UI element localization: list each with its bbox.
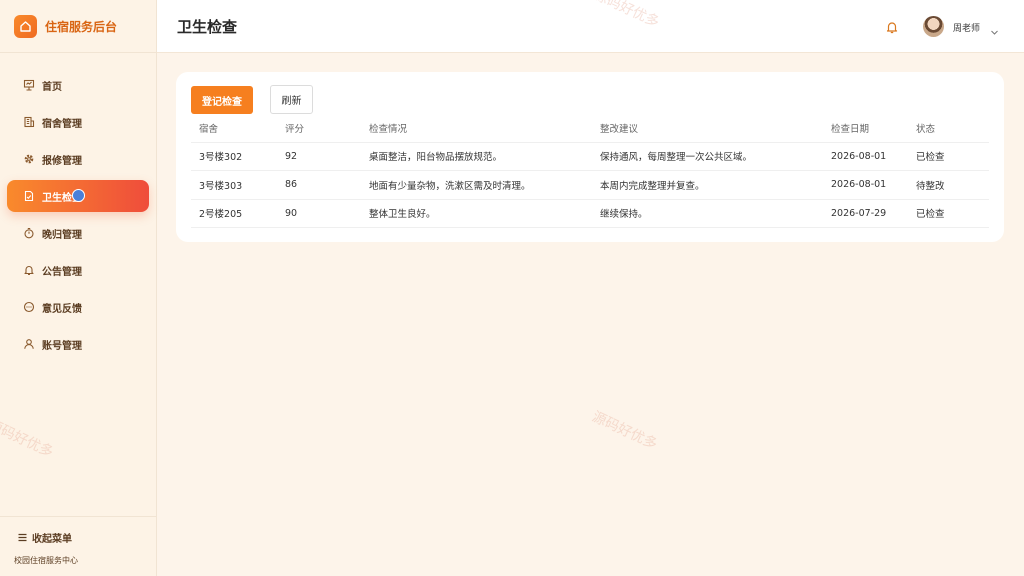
column-header[interactable]: 检查日期 bbox=[823, 114, 908, 143]
notification-bell-icon[interactable] bbox=[885, 19, 899, 34]
sidebar-item-label: 晚归管理 bbox=[42, 229, 82, 241]
table-row[interactable]: 3号楼303 86 地面有少量杂物，洗漱区需及时清理。 本周内完成整理并复查。 … bbox=[191, 170, 989, 200]
table-row[interactable]: 3号楼302 92 桌面整洁，阳台物品摆放规范。 保持通风，每周整理一次公共区域… bbox=[191, 142, 989, 171]
register-inspection-button[interactable]: 登记检查 bbox=[191, 86, 253, 114]
sidebar-item-label: 账号管理 bbox=[42, 340, 82, 352]
home-logo-icon bbox=[14, 14, 37, 38]
menu-icon bbox=[18, 533, 27, 542]
sidebar-item-label: 报修管理 bbox=[42, 155, 82, 167]
top-header: 卫生检查 周老师 bbox=[157, 0, 1024, 53]
sidebar-item-dorm[interactable]: 宿舍管理 bbox=[7, 106, 149, 138]
bell-icon bbox=[23, 264, 35, 276]
cell-suggestion: 继续保持。 bbox=[592, 199, 823, 228]
table-header-row: 宿舍 评分 检查情况 整改建议 检查日期 状态 bbox=[191, 114, 989, 143]
cell-dorm: 2号楼205 bbox=[191, 199, 277, 228]
brand-name: 住宿服务后台 bbox=[45, 19, 118, 34]
column-header[interactable]: 状态 bbox=[908, 114, 989, 143]
cell-score: 90 bbox=[277, 199, 361, 228]
sidebar-nav: 首页 宿舍管理 报修管理 卫生检查 晚归管理 公告管理 意见反馈 账号管理 bbox=[0, 53, 156, 360]
sidebar-item-label: 首页 bbox=[42, 81, 62, 93]
page-title: 卫生检查 bbox=[177, 18, 238, 36]
cell-status: 已检查 bbox=[908, 199, 989, 228]
building-icon bbox=[23, 116, 35, 128]
sidebar-item-late-return[interactable]: 晚归管理 bbox=[7, 217, 149, 249]
brand[interactable]: 住宿服务后台 bbox=[0, 0, 156, 53]
inspection-table: 宿舍 评分 检查情况 整改建议 检查日期 状态 3号楼302 92 桌面整洁，阳… bbox=[191, 114, 989, 228]
inspection-card: 登记检查 刷新 宿舍 评分 检查情况 整改建议 检查日期 状态 3号楼302 9… bbox=[176, 72, 1004, 242]
sidebar-item-label: 意见反馈 bbox=[42, 303, 82, 315]
cursor-indicator bbox=[72, 189, 85, 202]
sidebar-item-label: 宿舍管理 bbox=[42, 118, 82, 130]
sidebar-item-repair[interactable]: 报修管理 bbox=[7, 143, 149, 175]
watermark: 源码好优多 bbox=[589, 408, 660, 453]
cell-suggestion: 保持通风，每周整理一次公共区域。 bbox=[592, 142, 823, 171]
column-header[interactable]: 宿舍 bbox=[191, 114, 277, 143]
sidebar-item-label: 公告管理 bbox=[42, 266, 82, 278]
cell-suggestion: 本周内完成整理并复查。 bbox=[592, 170, 823, 200]
user-icon bbox=[23, 338, 35, 350]
cell-score: 86 bbox=[277, 170, 361, 200]
document-check-icon bbox=[23, 190, 35, 202]
chat-icon bbox=[23, 301, 35, 313]
cell-condition: 地面有少量杂物，洗漱区需及时清理。 bbox=[361, 170, 592, 200]
collapse-menu-button[interactable]: 收起菜单 bbox=[18, 530, 72, 545]
cell-condition: 桌面整洁，阳台物品摆放规范。 bbox=[361, 142, 592, 171]
sidebar-item-home[interactable]: 首页 bbox=[7, 69, 149, 101]
column-header[interactable]: 检查情况 bbox=[361, 114, 592, 143]
sidebar-footer-text: 校园住宿服务中心 bbox=[14, 556, 78, 565]
table-row[interactable]: 2号楼205 90 整体卫生良好。 继续保持。 2026-07-29 已检查 bbox=[191, 199, 989, 228]
avatar[interactable] bbox=[923, 16, 944, 37]
sidebar: 住宿服务后台 首页 宿舍管理 报修管理 卫生检查 晚归管理 公告管理 意见反馈 … bbox=[0, 0, 157, 576]
cell-status: 待整改 bbox=[908, 170, 989, 200]
sidebar-item-feedback[interactable]: 意见反馈 bbox=[7, 291, 149, 323]
cell-date: 2026-07-29 bbox=[823, 199, 908, 228]
sidebar-footer: 收起菜单 校园住宿服务中心 bbox=[0, 516, 157, 576]
cell-dorm: 3号楼303 bbox=[191, 170, 277, 200]
refresh-button[interactable]: 刷新 bbox=[270, 85, 313, 114]
cell-date: 2026-08-01 bbox=[823, 142, 908, 171]
cell-date: 2026-08-01 bbox=[823, 170, 908, 200]
cell-status: 已检查 bbox=[908, 142, 989, 171]
cell-condition: 整体卫生良好。 bbox=[361, 199, 592, 228]
cell-dorm: 3号楼302 bbox=[191, 142, 277, 171]
sidebar-item-hygiene[interactable]: 卫生检查 bbox=[7, 180, 149, 212]
cell-score: 92 bbox=[277, 142, 361, 171]
chevron-down-icon[interactable] bbox=[990, 22, 999, 35]
sidebar-item-account[interactable]: 账号管理 bbox=[7, 328, 149, 360]
sidebar-item-announcement[interactable]: 公告管理 bbox=[7, 254, 149, 286]
presentation-icon bbox=[23, 79, 35, 91]
collapse-menu-label: 收起菜单 bbox=[32, 534, 72, 545]
column-header[interactable]: 评分 bbox=[277, 114, 361, 143]
stopwatch-icon bbox=[23, 227, 35, 239]
column-header[interactable]: 整改建议 bbox=[592, 114, 823, 143]
user-name[interactable]: 周老师 bbox=[953, 21, 980, 34]
gear-icon bbox=[23, 153, 35, 165]
